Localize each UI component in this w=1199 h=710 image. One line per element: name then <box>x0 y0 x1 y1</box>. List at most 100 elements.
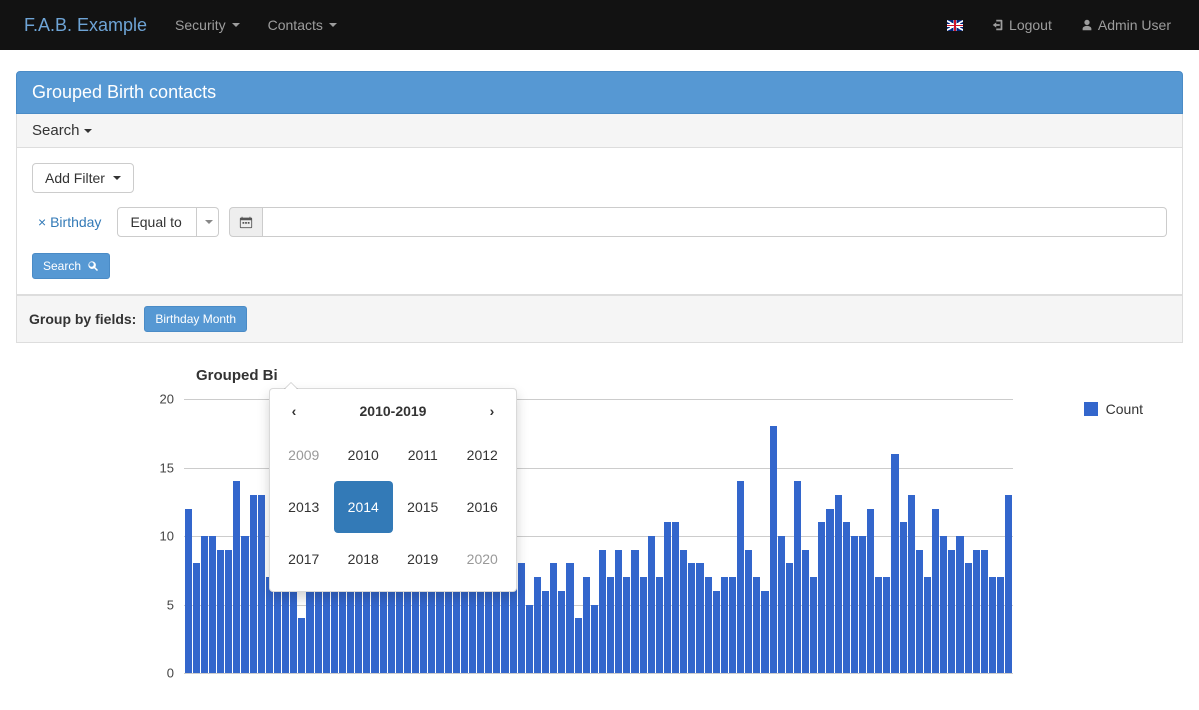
bar[interactable] <box>745 550 752 673</box>
datepicker-year[interactable]: 2019 <box>393 533 453 585</box>
bar[interactable] <box>835 495 842 673</box>
bar[interactable] <box>761 591 768 673</box>
bar[interactable] <box>997 577 1004 673</box>
bar[interactable] <box>656 577 663 673</box>
datepicker-year[interactable]: 2017 <box>274 533 334 585</box>
bar[interactable] <box>859 536 866 673</box>
bar[interactable] <box>843 522 850 673</box>
datepicker-year[interactable]: 2020 <box>453 533 513 585</box>
operator-select[interactable]: Equal to <box>117 207 219 237</box>
bar[interactable] <box>786 563 793 673</box>
bar[interactable] <box>981 550 988 673</box>
bar[interactable] <box>989 577 996 673</box>
bar[interactable] <box>688 563 695 673</box>
bar[interactable] <box>680 550 687 673</box>
bar[interactable] <box>924 577 931 673</box>
bar[interactable] <box>185 509 192 673</box>
bar[interactable] <box>770 426 777 673</box>
filter-remove[interactable]: × Birthday <box>32 214 107 230</box>
bar[interactable] <box>315 591 322 673</box>
bar[interactable] <box>794 481 801 673</box>
bar[interactable] <box>209 536 216 673</box>
bar[interactable] <box>542 591 549 673</box>
bar[interactable] <box>948 550 955 673</box>
bar[interactable] <box>664 522 671 673</box>
bar[interactable] <box>1005 495 1012 673</box>
bar[interactable] <box>258 495 265 673</box>
bar[interactable] <box>778 536 785 673</box>
datepicker-year[interactable]: 2016 <box>453 481 513 533</box>
datepicker-year[interactable]: 2014 <box>334 481 394 533</box>
bar[interactable] <box>298 618 305 673</box>
bar[interactable] <box>193 563 200 673</box>
bar[interactable] <box>696 563 703 673</box>
bar[interactable] <box>550 563 557 673</box>
locale-selector[interactable] <box>935 20 975 31</box>
datepicker-year[interactable]: 2015 <box>393 481 453 533</box>
datepicker-prev[interactable]: ‹ <box>284 403 304 419</box>
bar[interactable] <box>875 577 882 673</box>
bar[interactable] <box>591 605 598 674</box>
bar[interactable] <box>623 577 630 673</box>
groupby-pill[interactable]: Birthday Month <box>144 306 247 332</box>
bar[interactable] <box>640 577 647 673</box>
search-toggle[interactable]: Search <box>16 114 1183 148</box>
bar[interactable] <box>217 550 224 673</box>
bar[interactable] <box>631 550 638 673</box>
bar[interactable] <box>737 481 744 673</box>
bar[interactable] <box>867 509 874 673</box>
bar[interactable] <box>705 577 712 673</box>
bar[interactable] <box>818 522 825 673</box>
logout-link[interactable]: Logout <box>979 17 1064 33</box>
bar[interactable] <box>518 563 525 673</box>
nav-contacts[interactable]: Contacts <box>256 17 349 33</box>
datepicker-year[interactable]: 2018 <box>334 533 394 585</box>
datepicker-year[interactable]: 2012 <box>453 429 513 481</box>
bar[interactable] <box>932 509 939 673</box>
user-menu[interactable]: Admin User <box>1068 17 1183 33</box>
bar[interactable] <box>534 577 541 673</box>
bar[interactable] <box>225 550 232 673</box>
brand[interactable]: F.A.B. Example <box>16 15 159 36</box>
datepicker-year[interactable]: 2011 <box>393 429 453 481</box>
bar[interactable] <box>721 577 728 673</box>
bar[interactable] <box>908 495 915 673</box>
bar[interactable] <box>810 577 817 673</box>
bar[interactable] <box>201 536 208 673</box>
bar[interactable] <box>940 536 947 673</box>
datepicker-year[interactable]: 2013 <box>274 481 334 533</box>
datepicker-next[interactable]: › <box>482 403 502 419</box>
bar[interactable] <box>965 563 972 673</box>
bar[interactable] <box>607 577 614 673</box>
bar[interactable] <box>891 454 898 673</box>
calendar-button[interactable] <box>229 207 263 237</box>
bar[interactable] <box>566 563 573 673</box>
bar[interactable] <box>956 536 963 673</box>
bar[interactable] <box>729 577 736 673</box>
bar[interactable] <box>241 536 248 673</box>
bar[interactable] <box>802 550 809 673</box>
bar[interactable] <box>672 522 679 673</box>
datepicker-year[interactable]: 2010 <box>334 429 394 481</box>
bar[interactable] <box>883 577 890 673</box>
bar[interactable] <box>526 605 533 674</box>
bar[interactable] <box>916 550 923 673</box>
bar[interactable] <box>599 550 606 673</box>
datepicker-range[interactable]: 2010-2019 <box>360 403 427 419</box>
nav-security[interactable]: Security <box>163 17 252 33</box>
bar[interactable] <box>713 591 720 673</box>
bar[interactable] <box>826 509 833 673</box>
date-input[interactable] <box>263 207 1167 237</box>
add-filter-button[interactable]: Add Filter <box>32 163 134 193</box>
bar[interactable] <box>250 495 257 673</box>
bar[interactable] <box>615 550 622 673</box>
bar[interactable] <box>583 577 590 673</box>
bar[interactable] <box>420 591 427 673</box>
bar[interactable] <box>900 522 907 673</box>
search-button[interactable]: Search <box>32 253 110 279</box>
bar[interactable] <box>851 536 858 673</box>
bar[interactable] <box>575 618 582 673</box>
bar[interactable] <box>233 481 240 673</box>
bar[interactable] <box>973 550 980 673</box>
bar[interactable] <box>558 591 565 673</box>
